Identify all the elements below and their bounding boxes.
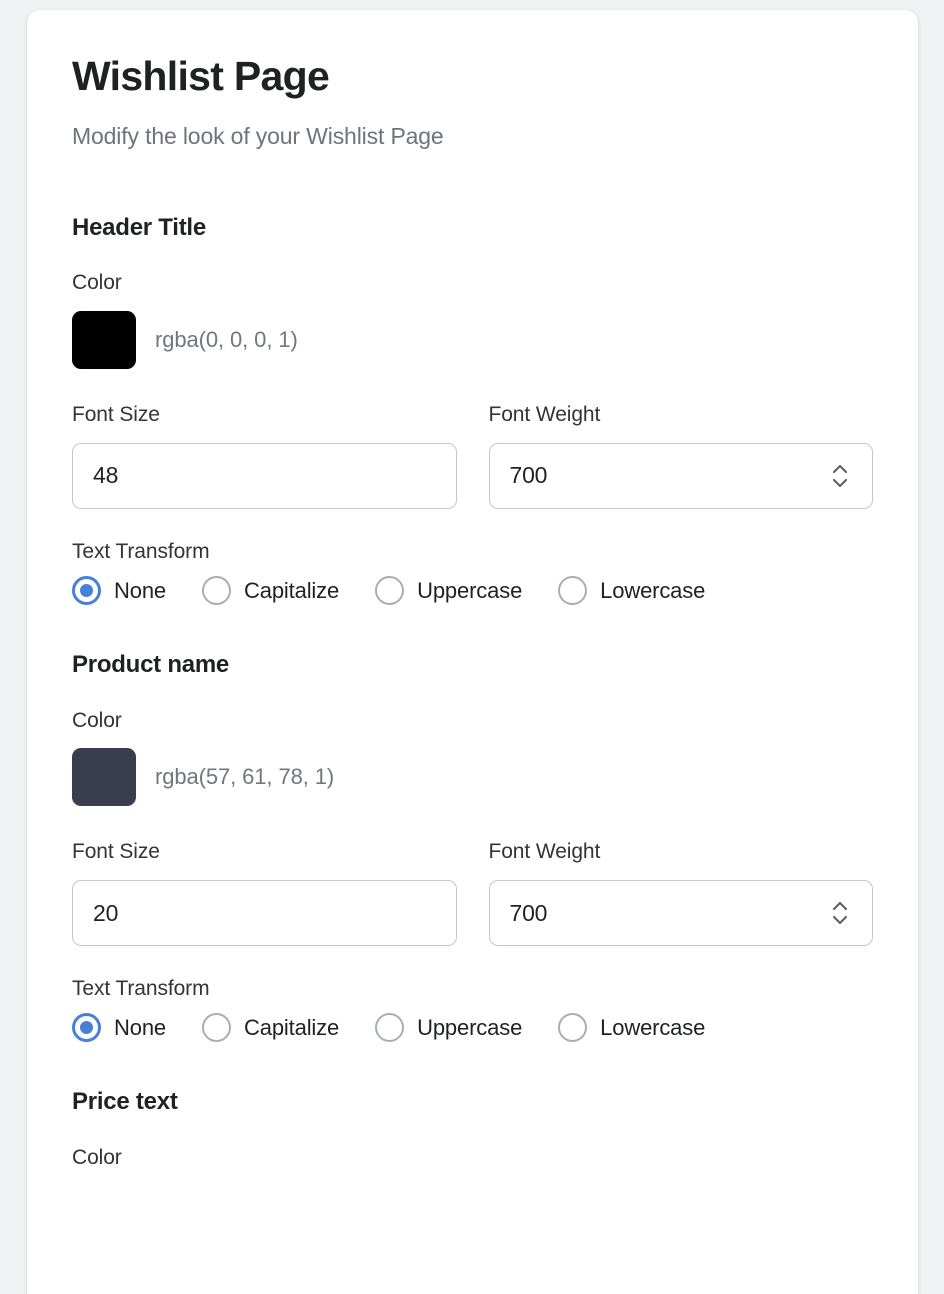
font-size-input[interactable]: 20 xyxy=(72,880,457,947)
radio-mark-icon[interactable] xyxy=(558,1013,588,1043)
radio-label: Uppercase xyxy=(417,1014,523,1040)
text-transform-radio-row: None Capitalize Uppercase Lowercase xyxy=(72,576,873,606)
color-field-group: Color rgba(0, 0, 0, 1) xyxy=(72,270,873,369)
color-label: Color xyxy=(72,271,122,295)
radio-mark-icon[interactable] xyxy=(72,576,101,606)
font-weight-field: Font Weight 700 xyxy=(488,402,873,509)
radio-mark-icon[interactable] xyxy=(72,1013,101,1043)
font-weight-field: Font Weight 700 xyxy=(488,839,873,947)
color-value-text: rgba(57, 61, 78, 1) xyxy=(155,764,335,789)
font-size-field: Font Size 48 xyxy=(72,402,457,509)
color-label: Color xyxy=(72,708,122,732)
section-header-title: Header Title Color rgba(0, 0, 0, 1) Font… xyxy=(72,213,873,606)
text-transform-label: Text Transform xyxy=(72,977,210,1001)
settings-card: Wishlist Page Modify the look of your Wi… xyxy=(27,10,918,1294)
section-product-name: Product name Color rgba(57, 61, 78, 1) F… xyxy=(72,651,873,1043)
radio-label: None xyxy=(114,1014,166,1040)
font-size-input[interactable]: 48 xyxy=(72,442,457,509)
radio-option-capitalize[interactable]: Capitalize xyxy=(202,1013,340,1043)
radio-label: Lowercase xyxy=(600,1014,706,1040)
font-settings-row: Font Size 48 Font Weight 700 xyxy=(72,402,873,509)
radio-label: None xyxy=(114,577,166,603)
section-title: Header Title xyxy=(72,213,206,241)
radio-mark-icon[interactable] xyxy=(375,1013,405,1043)
section-title: Product name xyxy=(72,651,230,679)
radio-mark-icon[interactable] xyxy=(202,1013,231,1043)
font-weight-input-shell: 700 xyxy=(488,880,873,947)
color-row: rgba(0, 0, 0, 1) xyxy=(72,310,873,369)
radio-label: Lowercase xyxy=(600,577,706,603)
wishlist-settings-page: Wishlist Page Modify the look of your Wi… xyxy=(0,0,944,1294)
font-weight-input[interactable]: 700 xyxy=(488,442,873,509)
font-size-label: Font Size xyxy=(72,402,160,426)
radio-mark-icon[interactable] xyxy=(202,576,231,606)
font-weight-input[interactable]: 700 xyxy=(488,880,873,947)
radio-option-none[interactable]: None xyxy=(72,1013,166,1043)
font-weight-input-shell: 700 xyxy=(488,442,873,509)
font-weight-label: Font Weight xyxy=(488,402,601,426)
color-swatch-button[interactable] xyxy=(72,310,136,369)
chevron-up-down-icon[interactable] xyxy=(829,898,851,928)
radio-mark-icon[interactable] xyxy=(558,576,588,606)
radio-option-none[interactable]: None xyxy=(72,576,166,606)
radio-option-capitalize[interactable]: Capitalize xyxy=(202,576,340,606)
text-transform-group: Text Transform None Capitalize Uppercase xyxy=(72,976,873,1043)
text-transform-radio-row: None Capitalize Uppercase Lowercase xyxy=(72,1013,873,1043)
radio-option-lowercase[interactable]: Lowercase xyxy=(558,576,706,606)
text-transform-label: Text Transform xyxy=(72,539,210,563)
color-field-group: Color rgba(57, 61, 78, 1) xyxy=(72,708,873,806)
radio-mark-icon[interactable] xyxy=(375,576,405,606)
font-size-input-shell: 20 xyxy=(72,880,457,947)
radio-label: Capitalize xyxy=(244,577,340,603)
radio-option-uppercase[interactable]: Uppercase xyxy=(375,576,523,606)
radio-option-uppercase[interactable]: Uppercase xyxy=(375,1013,523,1043)
page-title: Wishlist Page xyxy=(72,53,330,99)
radio-label: Uppercase xyxy=(417,577,523,603)
font-size-field: Font Size 20 xyxy=(72,839,457,947)
radio-option-lowercase[interactable]: Lowercase xyxy=(558,1013,706,1043)
radio-label: Capitalize xyxy=(244,1014,340,1040)
text-transform-group: Text Transform None Capitalize Uppercase xyxy=(72,539,873,606)
color-label: Color xyxy=(72,1146,122,1170)
font-size-input-shell: 48 xyxy=(72,442,457,509)
color-value-text: rgba(0, 0, 0, 1) xyxy=(155,326,298,352)
chevron-up-down-icon[interactable] xyxy=(829,461,851,491)
section-title: Price text xyxy=(72,1088,178,1116)
font-size-label: Font Size xyxy=(72,840,160,863)
font-weight-label: Font Weight xyxy=(488,840,601,863)
font-settings-row: Font Size 20 Font Weight 700 xyxy=(72,839,873,947)
color-row: rgba(57, 61, 78, 1) xyxy=(72,748,873,806)
color-field-group: Color xyxy=(72,1145,873,1170)
page-subtitle: Modify the look of your Wishlist Page xyxy=(72,122,444,149)
color-swatch-button[interactable] xyxy=(72,748,136,806)
section-price-text: Price text Color xyxy=(72,1088,873,1170)
